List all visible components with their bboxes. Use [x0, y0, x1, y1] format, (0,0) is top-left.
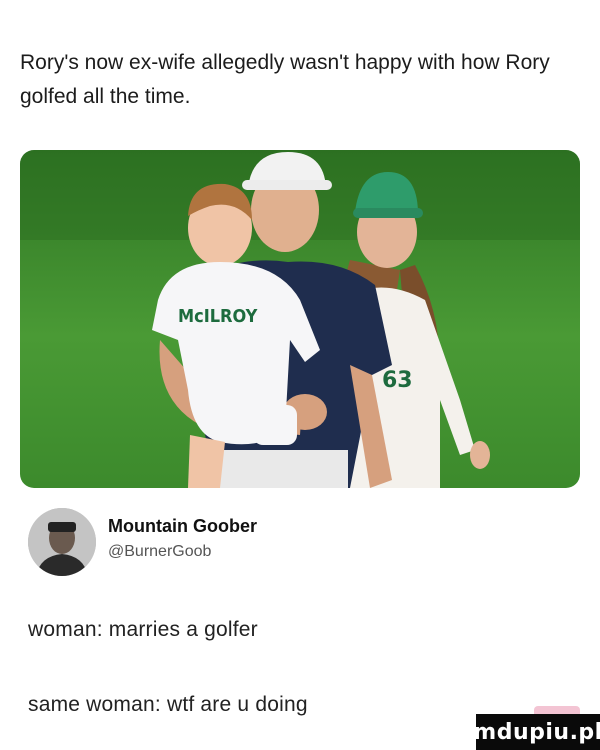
tweet-line-1: woman: marries a golfer	[28, 618, 258, 641]
jersey-text: McILROY	[178, 306, 258, 327]
author-handle[interactable]: @BurnerGoob	[108, 543, 211, 561]
tweet-author: Mountain Goober @BurnerGoob	[28, 508, 568, 578]
avatar[interactable]	[28, 508, 96, 576]
golf-photo: 63 McILROY	[20, 150, 580, 488]
tweet-line-2: same woman: wtf are u doing	[28, 693, 308, 716]
author-name[interactable]: Mountain Goober	[108, 516, 257, 537]
caddie-number: 63	[382, 368, 413, 393]
watermark-decoration	[534, 706, 580, 714]
post-headline: Rory's now ex-wife allegedly wasn't happ…	[20, 51, 550, 108]
site-watermark[interactable]: mdupiu.pl	[473, 714, 600, 750]
